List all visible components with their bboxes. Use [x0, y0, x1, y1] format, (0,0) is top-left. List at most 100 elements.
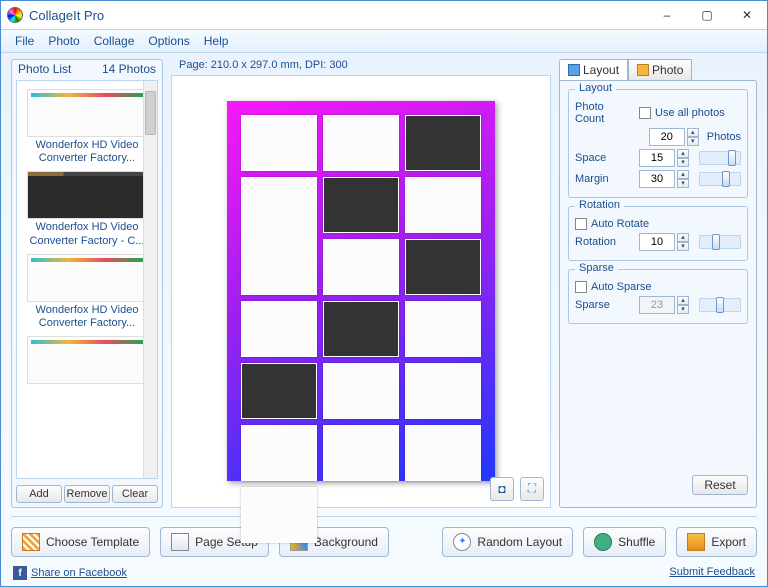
tile[interactable]	[241, 363, 317, 419]
photo-count-input[interactable]	[649, 128, 685, 146]
photo-count-spinner[interactable]: ▴▾	[649, 128, 699, 146]
menu-options[interactable]: Options	[148, 34, 189, 48]
photo-list-scroll[interactable]: Wonderfox HD Video Converter Factory... …	[16, 80, 158, 479]
tile[interactable]	[323, 115, 399, 171]
tile[interactable]	[405, 425, 481, 481]
facebook-icon: f	[13, 566, 27, 580]
tile[interactable]	[405, 239, 481, 295]
shuffle-button[interactable]: Shuffle	[583, 527, 666, 557]
tab-layout[interactable]: Layout	[559, 59, 628, 81]
maximize-button[interactable]: ▢	[687, 1, 727, 29]
photo-list-title: Photo List	[18, 62, 71, 76]
content: Photo List 14 Photos Wonderfox HD Video …	[1, 53, 767, 586]
rotation-spinner[interactable]: ▴▾	[639, 233, 689, 251]
tile[interactable]	[405, 363, 481, 419]
tile[interactable]	[323, 425, 399, 481]
margin-input[interactable]	[639, 170, 675, 188]
collage-canvas[interactable]	[227, 101, 495, 481]
rotation-input[interactable]	[639, 233, 675, 251]
titlebar: CollageIt Pro – ▢ ✕	[1, 1, 767, 29]
space-spinner[interactable]: ▴▾	[639, 149, 689, 167]
space-slider[interactable]	[699, 151, 741, 165]
rotation-slider[interactable]	[699, 235, 741, 249]
list-item-caption: Wonderfox HD Video Converter Factory - C…	[21, 221, 153, 247]
slider-thumb[interactable]	[712, 234, 720, 250]
random-layout-button[interactable]: Random Layout	[442, 527, 573, 557]
slider-thumb[interactable]	[722, 171, 730, 187]
margin-slider[interactable]	[699, 172, 741, 186]
tile[interactable]	[323, 177, 399, 233]
spin-down-icon[interactable]: ▾	[677, 179, 689, 188]
choose-template-button[interactable]: Choose Template	[11, 527, 150, 557]
menu-file[interactable]: File	[15, 34, 34, 48]
menu-help[interactable]: Help	[204, 34, 229, 48]
sparse-label: Sparse	[575, 299, 635, 311]
clear-button[interactable]: Clear	[112, 485, 158, 503]
footer: fShare on Facebook Submit Feedback	[1, 561, 767, 587]
scrollbar[interactable]	[143, 81, 157, 478]
random-icon	[453, 533, 471, 551]
spin-down-icon[interactable]: ▾	[687, 137, 699, 146]
spin-up-icon[interactable]: ▴	[677, 233, 689, 242]
export-icon	[687, 533, 705, 551]
spin-down-icon[interactable]: ▾	[677, 242, 689, 251]
use-all-checkbox[interactable]	[639, 107, 651, 119]
menu-photo[interactable]: Photo	[48, 34, 79, 48]
add-button[interactable]: Add	[16, 485, 62, 503]
tile[interactable]	[241, 177, 317, 295]
crop-icon[interactable]: ◘	[490, 477, 514, 501]
spin-up-icon[interactable]: ▴	[687, 128, 699, 137]
close-button[interactable]: ✕	[727, 1, 767, 29]
remove-button[interactable]: Remove	[64, 485, 110, 503]
list-item[interactable]	[27, 171, 147, 219]
list-item[interactable]	[27, 336, 147, 384]
canvas-wrap: ◘ ⛶	[171, 75, 551, 508]
tile[interactable]	[241, 301, 317, 357]
list-item[interactable]	[27, 254, 147, 302]
space-input[interactable]	[639, 149, 675, 167]
export-button[interactable]: Export	[676, 527, 757, 557]
tile[interactable]	[241, 425, 317, 481]
auto-rotate-label: Auto Rotate	[591, 218, 649, 230]
fit-icon[interactable]: ⛶	[520, 477, 544, 501]
menubar: File Photo Collage Options Help	[1, 29, 767, 53]
menu-collage[interactable]: Collage	[94, 34, 135, 48]
photo-count-label: Photo Count	[575, 101, 635, 125]
tile[interactable]	[405, 177, 481, 233]
layout-panel: Layout Photo Count Use all photos ▴▾ Pho…	[559, 80, 757, 508]
page-info: Page: 210.0 x 297.0 mm, DPI: 300	[171, 59, 551, 75]
group-layout: Layout Photo Count Use all photos ▴▾ Pho…	[568, 89, 748, 198]
scrollbar-thumb[interactable]	[145, 91, 156, 135]
tile[interactable]	[405, 115, 481, 171]
reset-button[interactable]: Reset	[692, 475, 748, 495]
margin-spinner[interactable]: ▴▾	[639, 170, 689, 188]
list-item-caption: Wonderfox HD Video Converter Factory...	[21, 304, 153, 330]
sparse-slider	[699, 298, 741, 312]
share-link[interactable]: fShare on Facebook	[13, 565, 127, 581]
shuffle-icon	[594, 533, 612, 551]
margin-label: Margin	[575, 173, 635, 185]
tile[interactable]	[323, 363, 399, 419]
space-label: Space	[575, 152, 635, 164]
template-icon	[22, 533, 40, 551]
tile[interactable]	[241, 115, 317, 171]
tile[interactable]	[241, 487, 317, 543]
slider-thumb[interactable]	[728, 150, 736, 166]
list-item-caption: Wonderfox HD Video Converter Factory...	[21, 139, 153, 165]
minimize-button[interactable]: –	[647, 1, 687, 29]
list-item[interactable]	[27, 89, 147, 137]
spin-up-icon[interactable]: ▴	[677, 149, 689, 158]
tile[interactable]	[405, 301, 481, 357]
sparse-spinner[interactable]: ▴▾	[639, 296, 689, 314]
tile[interactable]	[323, 239, 399, 295]
spin-down-icon[interactable]: ▾	[677, 158, 689, 167]
feedback-link[interactable]: Submit Feedback	[669, 566, 755, 578]
auto-sparse-checkbox[interactable]	[575, 281, 587, 293]
spin-up-icon[interactable]: ▴	[677, 170, 689, 179]
app-window: CollageIt Pro – ▢ ✕ File Photo Collage O…	[0, 0, 768, 587]
tile[interactable]	[323, 301, 399, 357]
auto-rotate-checkbox[interactable]	[575, 218, 587, 230]
app-title: CollageIt Pro	[29, 8, 647, 23]
page-icon	[171, 533, 189, 551]
tab-photo[interactable]: Photo	[628, 59, 692, 81]
